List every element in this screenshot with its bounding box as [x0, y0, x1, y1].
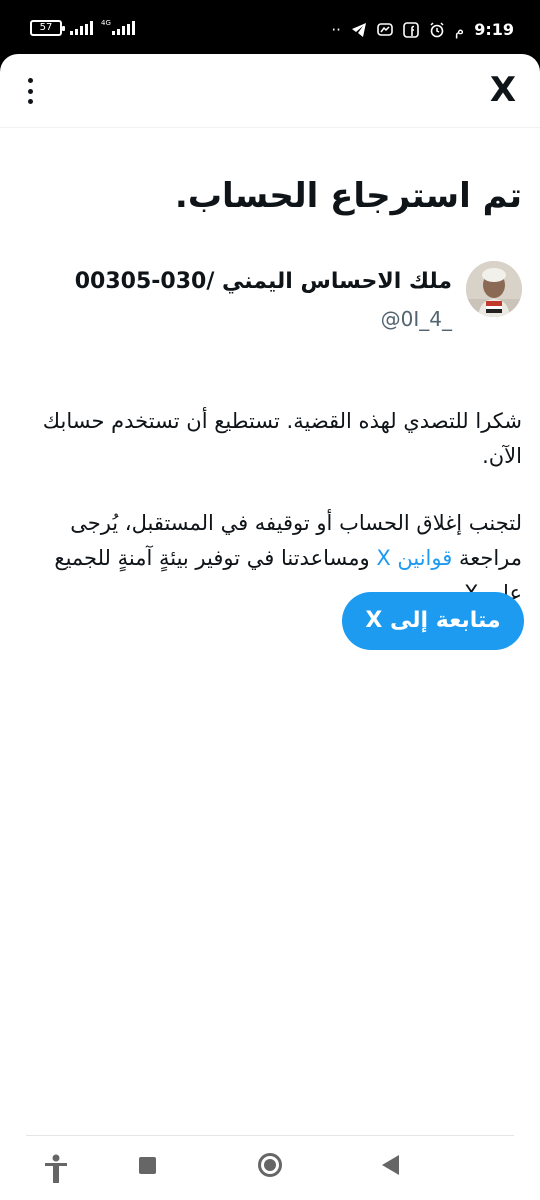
x-rules-link[interactable]: قوانين X: [376, 546, 452, 570]
message-paragraph-1: شكرا للتصدي لهذه القضية. تستطيع أن تستخد…: [42, 409, 522, 468]
ampm-label: م: [454, 20, 465, 39]
accessibility-icon[interactable]: [42, 1154, 70, 1184]
close-button[interactable]: X: [486, 70, 520, 110]
recents-icon[interactable]: [139, 1157, 156, 1174]
avatar[interactable]: [466, 261, 522, 317]
more-dots-icon: ··: [331, 20, 341, 39]
clock: 9:19: [474, 20, 514, 39]
user-row: ملك الاحساس اليمني /030-00305 @0I_4_: [18, 261, 522, 331]
continue-to-x-button[interactable]: متابعة إلى X: [342, 592, 524, 650]
signal-icon: [70, 21, 93, 35]
network-indicator: 4G: [101, 19, 135, 35]
battery-icon: 57: [30, 20, 65, 36]
system-nav-bar: [0, 1136, 540, 1200]
status-right: ·· م 9:19: [331, 20, 514, 39]
network-label: 4G: [101, 19, 111, 27]
more-vertical-icon[interactable]: [20, 76, 40, 106]
alarm-icon: [430, 21, 444, 37]
messenger-icon: [377, 22, 393, 36]
status-bar: 57 4G ·· م 9:19: [0, 0, 540, 50]
user-handle: @0I_4_: [380, 307, 452, 331]
user-name: ملك الاحساس اليمني /030-00305: [74, 269, 452, 294]
top-bar: X: [0, 54, 540, 128]
status-left: 57 4G: [30, 20, 135, 36]
telegram-icon: [351, 22, 366, 37]
back-icon[interactable]: [382, 1155, 399, 1175]
home-icon[interactable]: [258, 1153, 282, 1177]
facebook-icon: [403, 21, 419, 38]
dialog-sheet: X تم استرجاع الحساب. ملك الاحساس اليمني …: [0, 54, 540, 1200]
page-title: تم استرجاع الحساب.: [174, 176, 522, 216]
signal-2-icon: [111, 21, 135, 35]
battery-level: 57: [39, 22, 53, 33]
